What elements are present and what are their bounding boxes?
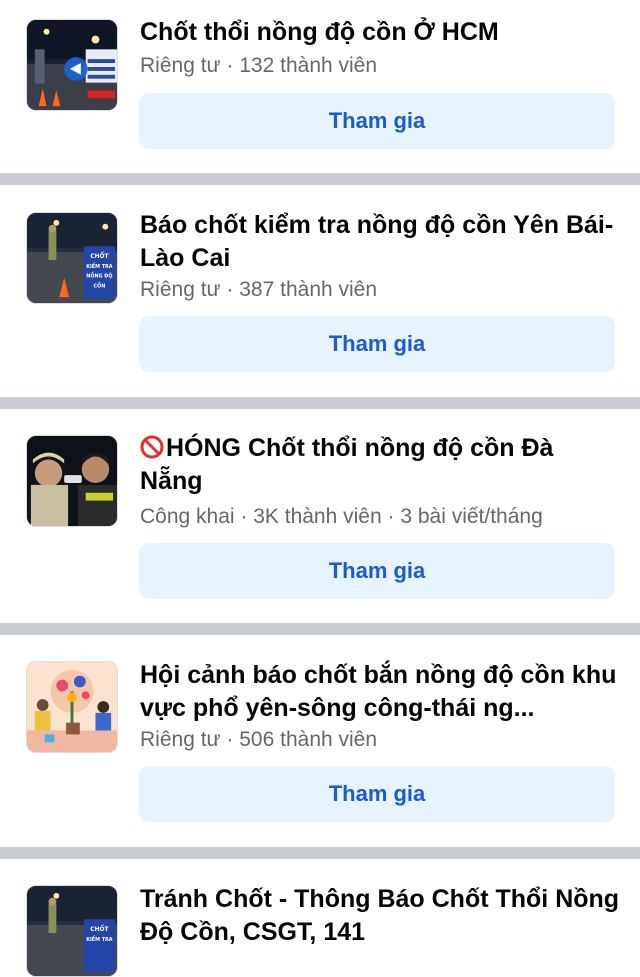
join-group-button[interactable]: Tham gia — [139, 766, 615, 822]
join-group-button[interactable]: Tham gia — [139, 316, 615, 372]
group-meta: Công khai · 3K thành viên · 3 bài viết/t… — [140, 505, 543, 528]
card-separator — [0, 397, 640, 409]
group-meta: Riêng tư · 387 thành viên — [140, 278, 378, 301]
join-group-button[interactable]: Tham gia — [139, 543, 615, 599]
checkpoint-sign-photo: CHỐT KIỂM TRA — [27, 886, 117, 976]
card-separator — [0, 847, 640, 859]
group-title[interactable]: HÓNG Chốt thổi nồng độ cồn Đà Nẵng — [140, 432, 620, 498]
no-entry-icon — [140, 435, 164, 459]
group-title[interactable]: Báo chốt kiểm tra nồng độ cồn Yên Bái-Là… — [140, 209, 620, 275]
group-title[interactable]: Chốt thổi nồng độ cồn Ở HCM — [140, 16, 620, 49]
card-separator — [0, 173, 640, 185]
group-thumbnail[interactable]: CHỐT KIỂM TRA NỒNG ĐỘ CỒN — [26, 212, 118, 304]
sign-text: KIỂM TRA — [86, 935, 113, 943]
group-thumbnail[interactable] — [26, 19, 118, 111]
group-thumbnail[interactable] — [26, 661, 118, 753]
join-group-button[interactable]: Tham gia — [139, 93, 615, 149]
group-title[interactable]: Tránh Chốt - Thông Báo Chốt Thổi Nồng Độ… — [140, 883, 620, 949]
card-separator — [0, 623, 640, 635]
breathalyzer-test-photo — [27, 436, 117, 526]
sign-text: CHỐT — [90, 925, 108, 933]
group-card[interactable]: HÓNG Chốt thổi nồng độ cồn Đà Nẵng Công … — [0, 409, 640, 623]
group-card[interactable]: Hội cảnh báo chốt bắn nồng độ cồn khu vự… — [0, 635, 640, 847]
group-meta: Riêng tư · 506 thành viên — [140, 728, 378, 751]
group-thumbnail[interactable] — [26, 435, 118, 527]
sign-text: KIỂM TRA — [86, 262, 113, 270]
group-title-text: HÓNG Chốt thổi nồng độ cồn Đà Nẵng — [140, 434, 554, 495]
police-checkpoint-night-photo — [27, 20, 117, 110]
sign-text: CHỐT — [90, 252, 108, 260]
group-card[interactable]: CHỐT KIỂM TRA Tránh Chốt - Thông Báo Chố… — [0, 859, 640, 977]
checkpoint-sign-photo: CHỐT KIỂM TRA NỒNG ĐỘ CỒN — [27, 213, 117, 303]
group-meta: Riêng tư · 132 thành viên — [140, 54, 378, 77]
gardening-illustration — [27, 662, 117, 752]
group-card[interactable]: Chốt thổi nồng độ cồn Ở HCM Riêng tư · 1… — [0, 0, 640, 173]
group-card[interactable]: CHỐT KIỂM TRA NỒNG ĐỘ CỒN Báo chốt kiểm … — [0, 185, 640, 397]
group-thumbnail[interactable]: CHỐT KIỂM TRA — [26, 885, 118, 977]
group-title[interactable]: Hội cảnh báo chốt bắn nồng độ cồn khu vự… — [140, 659, 620, 725]
